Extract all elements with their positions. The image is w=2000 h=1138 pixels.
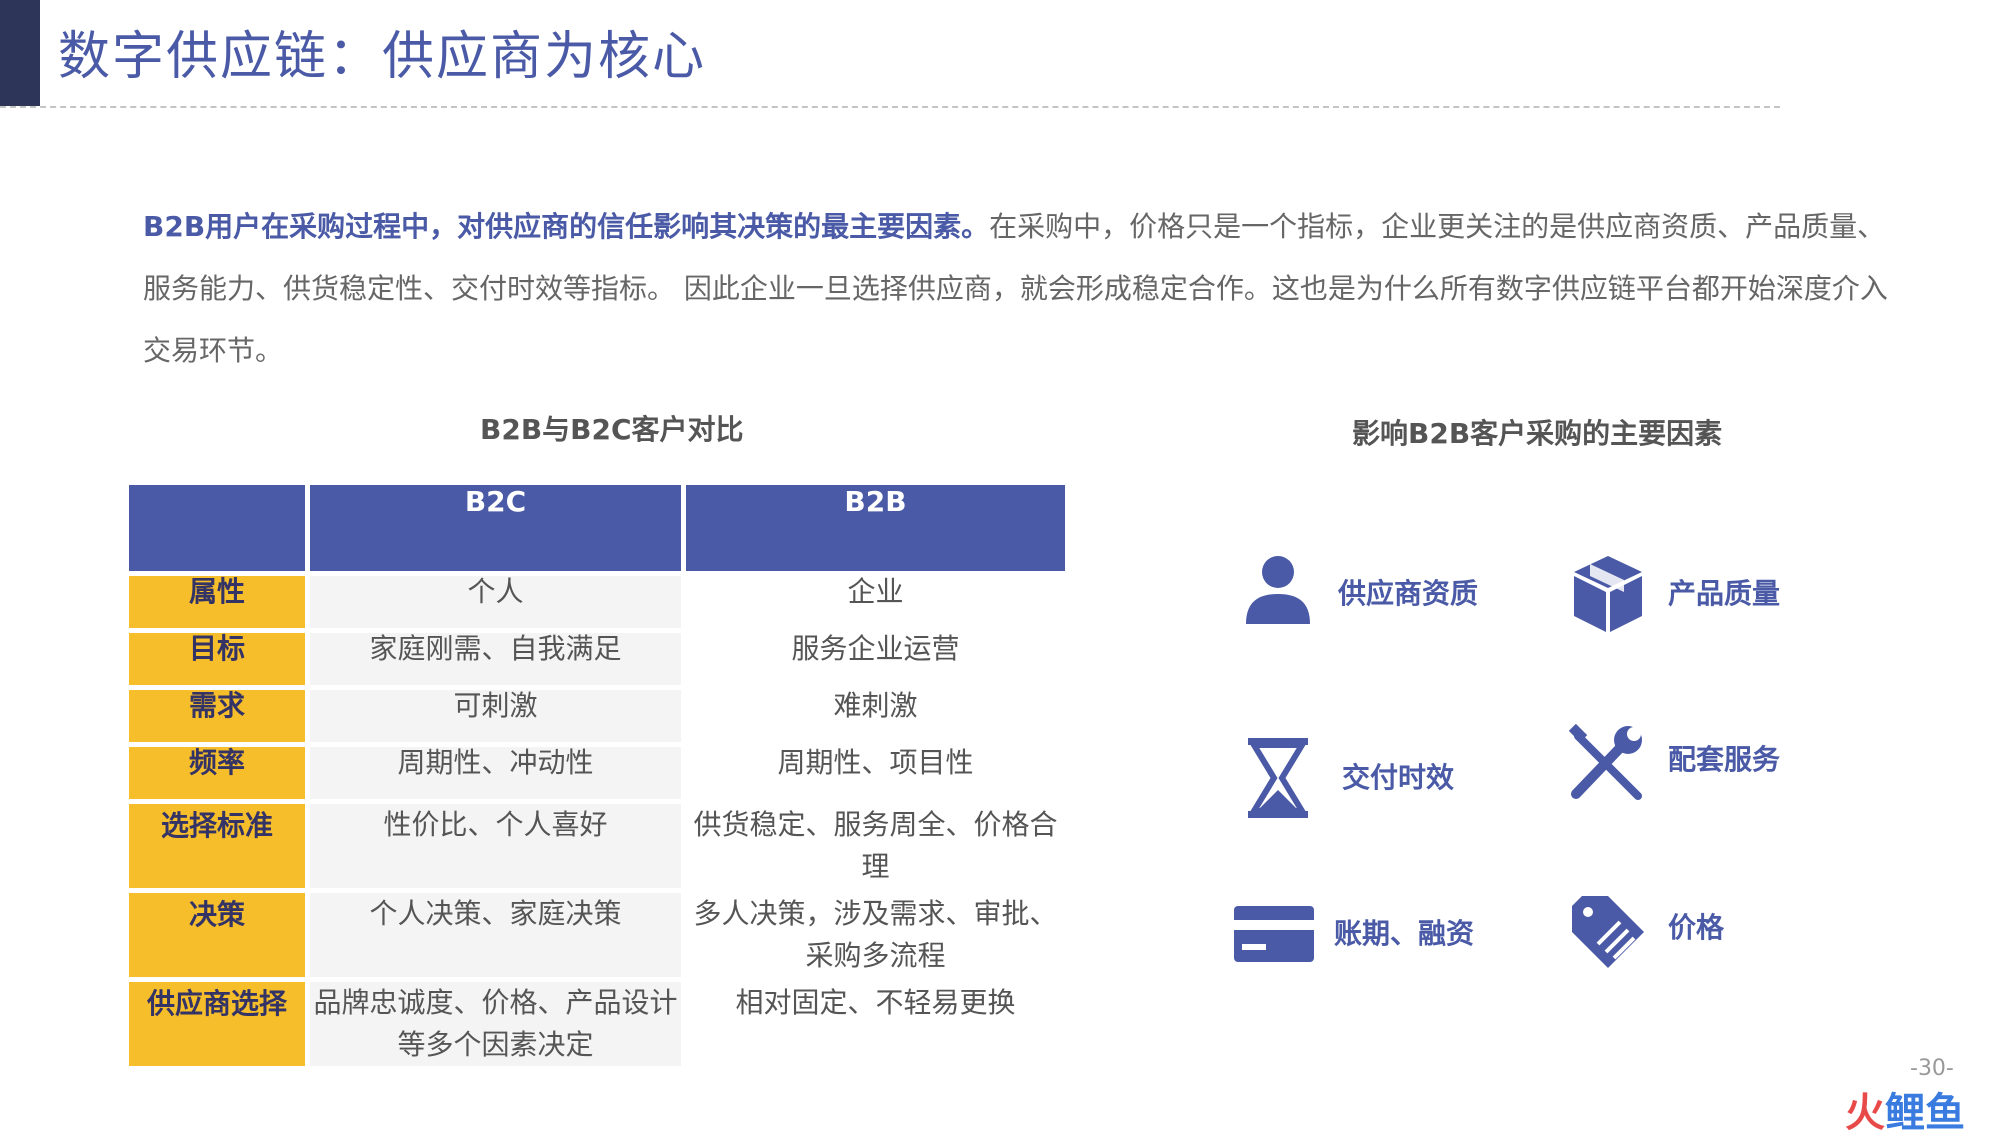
table-row: 供应商选择 品牌忠诚度、价格、产品设计等多个因素决定 相对固定、不轻易更换	[129, 982, 1065, 1066]
b2b-cell: 服务企业运营	[686, 633, 1065, 685]
tools-icon	[1568, 724, 1642, 800]
table-row: 决策 个人决策、家庭决策 多人决策，涉及需求、审批、采购多流程	[129, 893, 1065, 977]
b2c-cell: 个人决策、家庭决策	[310, 893, 681, 977]
hourglass-icon	[1248, 738, 1308, 818]
b2b-cell: 相对固定、不轻易更换	[686, 982, 1065, 1066]
b2c-cell: 周期性、冲动性	[310, 747, 681, 799]
b2b-cell: 难刺激	[686, 690, 1065, 742]
watermark-logo: 火鲤鱼	[1845, 1080, 1965, 1138]
person-icon	[1246, 556, 1310, 624]
price-tag-icon	[1572, 896, 1644, 968]
table-row: 选择标准 性价比、个人喜好 供货稳定、服务周全、价格合理	[129, 804, 1065, 888]
factors-title: 影响B2B客户采购的主要因素	[1352, 417, 1723, 450]
header-corner-cell	[129, 485, 305, 571]
b2c-cell: 个人	[310, 576, 681, 628]
package-box-icon	[1574, 556, 1642, 632]
row-label: 目标	[129, 633, 305, 685]
factor-label: 供应商资质	[1338, 577, 1479, 610]
header-b2b: B2B	[686, 485, 1065, 571]
credit-card-icon	[1234, 906, 1314, 962]
factor-label: 交付时效	[1342, 761, 1455, 794]
b2c-cell: 性价比、个人喜好	[310, 804, 681, 888]
row-label: 频率	[129, 747, 305, 799]
intro-paragraph: B2B用户在采购过程中，对供应商的信任影响其决策的最主要因素。在采购中，价格只是…	[143, 196, 1903, 382]
page-number: -30-	[1910, 1056, 1954, 1081]
b2c-cell: 品牌忠诚度、价格、产品设计等多个因素决定	[310, 982, 681, 1066]
watermark-text-blue: 鲤鱼	[1885, 1090, 1965, 1136]
row-label: 属性	[129, 576, 305, 628]
watermark-text-red: 火	[1845, 1090, 1885, 1136]
factor-label: 产品质量	[1668, 577, 1781, 610]
table-header-row: B2C B2B	[129, 485, 1065, 571]
row-label: 选择标准	[129, 804, 305, 888]
b2c-cell: 可刺激	[310, 690, 681, 742]
table-row: 需求 可刺激 难刺激	[129, 690, 1065, 742]
b2b-cell: 企业	[686, 576, 1065, 628]
title-accent-bar	[0, 0, 40, 106]
b2c-cell: 家庭刚需、自我满足	[310, 633, 681, 685]
row-label: 决策	[129, 893, 305, 977]
b2b-cell: 多人决策，涉及需求、审批、采购多流程	[686, 893, 1065, 977]
intro-highlight: B2B用户在采购过程中，对供应商的信任影响其决策的最主要因素。	[143, 210, 990, 243]
factor-label: 账期、融资	[1334, 917, 1475, 950]
b2b-cell: 周期性、项目性	[686, 747, 1065, 799]
row-label: 需求	[129, 690, 305, 742]
table-row: 属性 个人 企业	[129, 576, 1065, 628]
b2b-cell: 供货稳定、服务周全、价格合理	[686, 804, 1065, 888]
factor-label: 配套服务	[1668, 743, 1781, 776]
comparison-title: B2B与B2C客户对比	[480, 413, 744, 446]
row-label: 供应商选择	[129, 982, 305, 1066]
title-divider	[0, 106, 1780, 108]
header-b2c: B2C	[310, 485, 681, 571]
factor-label: 价格	[1668, 911, 1725, 944]
table-row: 频率 周期性、冲动性 周期性、项目性	[129, 747, 1065, 799]
comparison-table: B2C B2B 属性 个人 企业 目标 家庭刚需、自我满足 服务企业运营 需求 …	[124, 480, 1070, 1071]
table-row: 目标 家庭刚需、自我满足 服务企业运营	[129, 633, 1065, 685]
page-title: 数字供应链：供应商为核心	[58, 27, 707, 87]
